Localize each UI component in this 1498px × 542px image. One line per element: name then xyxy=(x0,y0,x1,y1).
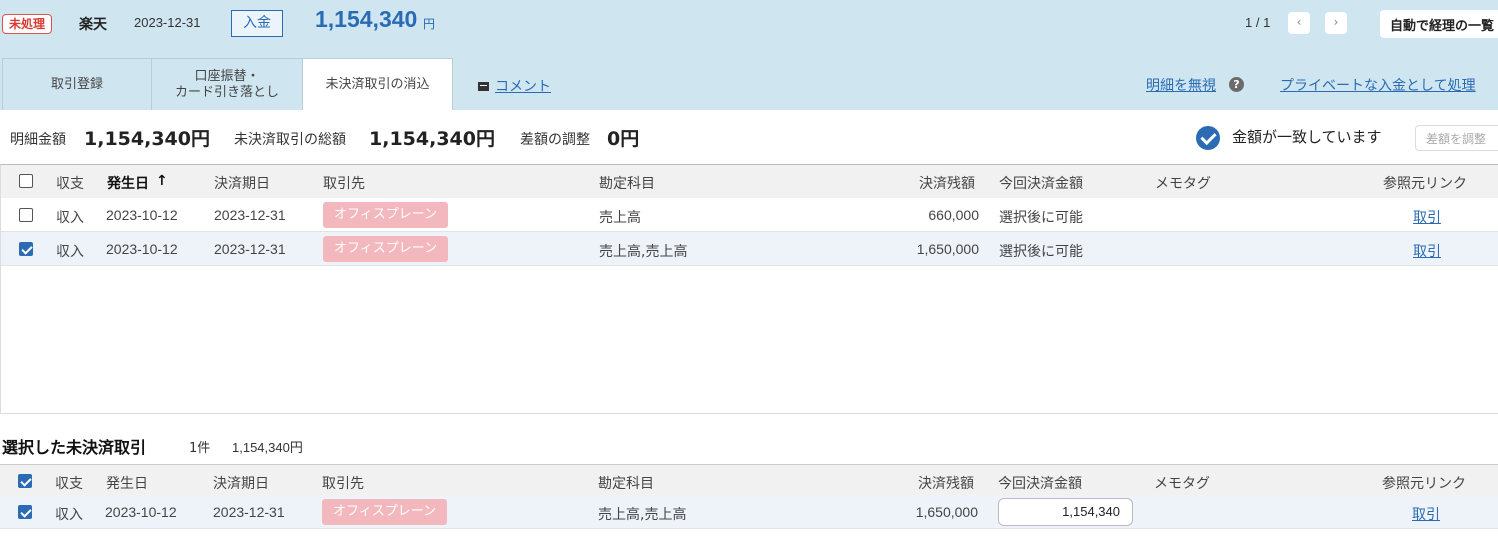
comment-icon xyxy=(478,81,489,91)
col-current-amount: 今回決済金額 xyxy=(998,476,1082,492)
tab-label: 取引登録 xyxy=(50,76,103,92)
comment-link-label: コメント xyxy=(495,79,551,95)
selected-count: 1件 xyxy=(189,441,211,456)
row-checkbox[interactable] xyxy=(19,208,33,222)
selected-total: 1,154,340円 xyxy=(232,440,303,455)
tab-settle-unsettled[interactable]: 未決済取引の消込 xyxy=(302,58,453,110)
table-row[interactable]: 収入 2023-10-12 2023-12-31 オフィスプレーン 売上高 66… xyxy=(1,198,1498,232)
statement-header: 未処理 楽天 2023-12-31 入金 1,154,340 円 1 / 1 ‹… xyxy=(0,0,1498,110)
col-balance: 決済残額 xyxy=(918,476,974,492)
table-header-row: 収支 発生日 ↑ 決済期日 取引先 勘定科目 決済残額 今回決済金額 メモタグ … xyxy=(1,165,1498,198)
selected-section-title: 選択した未決済取引 xyxy=(2,438,147,457)
detail-amount-label: 明細金額 xyxy=(10,132,66,148)
tab-label: 未決済取引の消込 xyxy=(325,76,430,92)
partner-tag: オフィスプレーン xyxy=(323,236,449,262)
row-account: 売上高 xyxy=(599,210,641,226)
detail-amount-value: 1,154,340円 xyxy=(84,128,210,150)
col-due-date: 決済期日 xyxy=(213,476,269,492)
amount-match-text: 金額が一致しています xyxy=(1232,128,1382,146)
row-type: 収入 xyxy=(56,244,84,260)
col-balance: 決済残額 xyxy=(919,176,975,192)
unsettled-total-value: 1,154,340円 xyxy=(369,128,495,150)
col-current-amount: 今回決済金額 xyxy=(999,176,1083,192)
selected-transactions-table: 収支 発生日 決済期日 取引先 勘定科目 決済残額 今回決済金額 メモタグ 参照… xyxy=(0,464,1498,542)
row-checkbox[interactable] xyxy=(19,242,33,256)
app-root: 未処理 楽天 2023-12-31 入金 1,154,340 円 1 / 1 ‹… xyxy=(0,0,1498,542)
table-row[interactable]: 収入 2023-10-12 2023-12-31 オフィスプレーン 売上高,売上… xyxy=(0,495,1498,529)
col-reference-link: 参照元リンク xyxy=(1382,476,1466,492)
row-account: 売上高,売上高 xyxy=(599,244,688,260)
prev-page-button[interactable]: ‹ xyxy=(1288,12,1310,34)
col-account: 勘定科目 xyxy=(599,176,655,192)
help-icon[interactable]: ? xyxy=(1229,77,1244,92)
col-memo-tag: メモタグ xyxy=(1155,176,1211,192)
row-occurred-date: 2023-10-12 xyxy=(106,207,178,223)
col-memo-tag: メモタグ xyxy=(1154,476,1210,492)
row-balance: 660,000 xyxy=(928,207,979,223)
tab-account-transfer[interactable]: 口座振替・ カード引き落とし xyxy=(151,58,303,110)
amount-unit: 円 xyxy=(423,17,436,31)
row-balance: 1,650,000 xyxy=(916,241,979,257)
tab-register-transaction[interactable]: 取引登録 xyxy=(2,58,152,110)
row-reference-link[interactable]: 取引 xyxy=(1412,504,1440,524)
next-page-button[interactable]: › xyxy=(1325,12,1347,34)
col-partner: 取引先 xyxy=(322,476,364,492)
col-occurred-date: 発生日 xyxy=(106,476,148,492)
statement-amount: 1,154,340 xyxy=(315,6,418,32)
auto-accounting-list-button[interactable]: 自動で経理の一覧 xyxy=(1380,10,1498,38)
row-reference-link[interactable]: 取引 xyxy=(1413,207,1441,227)
row-account: 売上高,売上高 xyxy=(598,507,687,523)
difference-value: 0円 xyxy=(607,128,640,150)
col-account: 勘定科目 xyxy=(598,476,654,492)
row-reference-link[interactable]: 取引 xyxy=(1413,241,1441,261)
adjust-difference-button[interactable]: 差額を調整 xyxy=(1415,125,1498,151)
partner-tag: オフィスプレーン xyxy=(323,202,449,228)
transaction-type-badge: 入金 xyxy=(231,10,283,37)
sort-arrow-icon[interactable]: ↑ xyxy=(156,173,168,189)
row-type: 収入 xyxy=(55,507,83,523)
select-all-checkbox[interactable] xyxy=(19,174,33,188)
row-due-date: 2023-12-31 xyxy=(214,207,286,223)
unsettled-total-label: 未決済取引の総額 xyxy=(234,132,346,148)
row-due-date: 2023-12-31 xyxy=(213,504,285,520)
partner-tag: オフィスプレーン xyxy=(322,499,448,525)
row-checkbox[interactable] xyxy=(18,505,32,519)
row-occurred-date: 2023-10-12 xyxy=(106,241,178,257)
ignore-statement-link[interactable]: 明細を無視 xyxy=(1146,75,1216,95)
row-due-date: 2023-12-31 xyxy=(214,241,286,257)
col-reference-link: 参照元リンク xyxy=(1383,176,1467,192)
page-indicator: 1 / 1 xyxy=(1245,15,1271,30)
row-type: 収入 xyxy=(56,210,84,226)
col-occurred-date[interactable]: 発生日 xyxy=(107,173,149,193)
unsettled-transactions-table: 収支 発生日 ↑ 決済期日 取引先 勘定科目 決済残額 今回決済金額 メモタグ … xyxy=(0,164,1498,414)
current-amount-input[interactable]: 1,154,340 xyxy=(998,498,1133,526)
comment-link[interactable]: コメント xyxy=(478,76,551,96)
statement-date: 2023-12-31 xyxy=(134,15,201,30)
table-header-row: 収支 発生日 決済期日 取引先 勘定科目 決済残額 今回決済金額 メモタグ 参照… xyxy=(0,465,1498,498)
status-badge: 未処理 xyxy=(2,14,53,34)
select-all-checkbox[interactable] xyxy=(18,474,32,488)
amount-summary: 明細金額 1,154,340円 未決済取引の総額 1,154,340円 差額の調… xyxy=(0,110,1498,164)
tab-label: 口座振替・ カード引き落とし xyxy=(174,68,279,100)
col-type: 収支 xyxy=(56,176,84,192)
row-occurred-date: 2023-10-12 xyxy=(105,504,177,520)
col-due-date: 決済期日 xyxy=(214,176,270,192)
table-row[interactable]: 収入 2023-10-12 2023-12-31 オフィスプレーン 売上高,売上… xyxy=(1,232,1498,266)
process-as-private-link[interactable]: プライベートな入金として処理 xyxy=(1280,75,1476,95)
check-circle-icon xyxy=(1196,126,1220,150)
row-current-amount: 選択後に可能 xyxy=(999,210,1083,226)
difference-label: 差額の調整 xyxy=(520,132,590,148)
row-current-amount: 選択後に可能 xyxy=(999,244,1083,260)
bank-name: 楽天 xyxy=(79,17,107,33)
col-type: 収支 xyxy=(55,476,83,492)
row-balance: 1,650,000 xyxy=(915,504,978,520)
col-partner: 取引先 xyxy=(323,176,365,192)
